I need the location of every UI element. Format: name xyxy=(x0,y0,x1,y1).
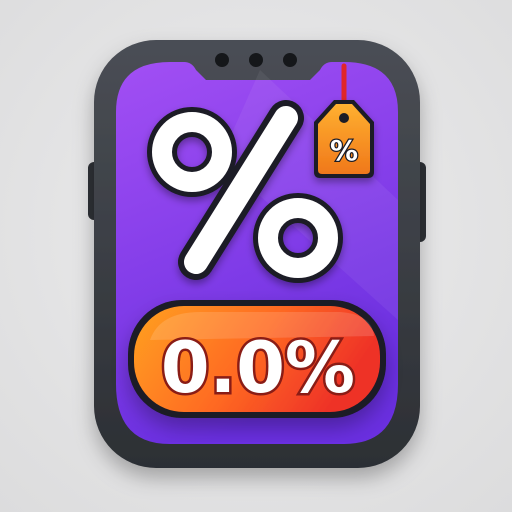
speaker-dot-center xyxy=(249,53,263,67)
app-icon-canvas: % 0.0% xyxy=(0,0,512,512)
speaker-dot-right xyxy=(283,53,297,67)
discount-value-text: 0.0% xyxy=(161,327,355,409)
app-icon-artwork: % 0.0% xyxy=(88,40,426,468)
speaker-dot-left xyxy=(215,53,229,67)
discount-badge: 0.0% xyxy=(128,300,386,418)
tag-percent-symbol: % xyxy=(330,134,358,167)
